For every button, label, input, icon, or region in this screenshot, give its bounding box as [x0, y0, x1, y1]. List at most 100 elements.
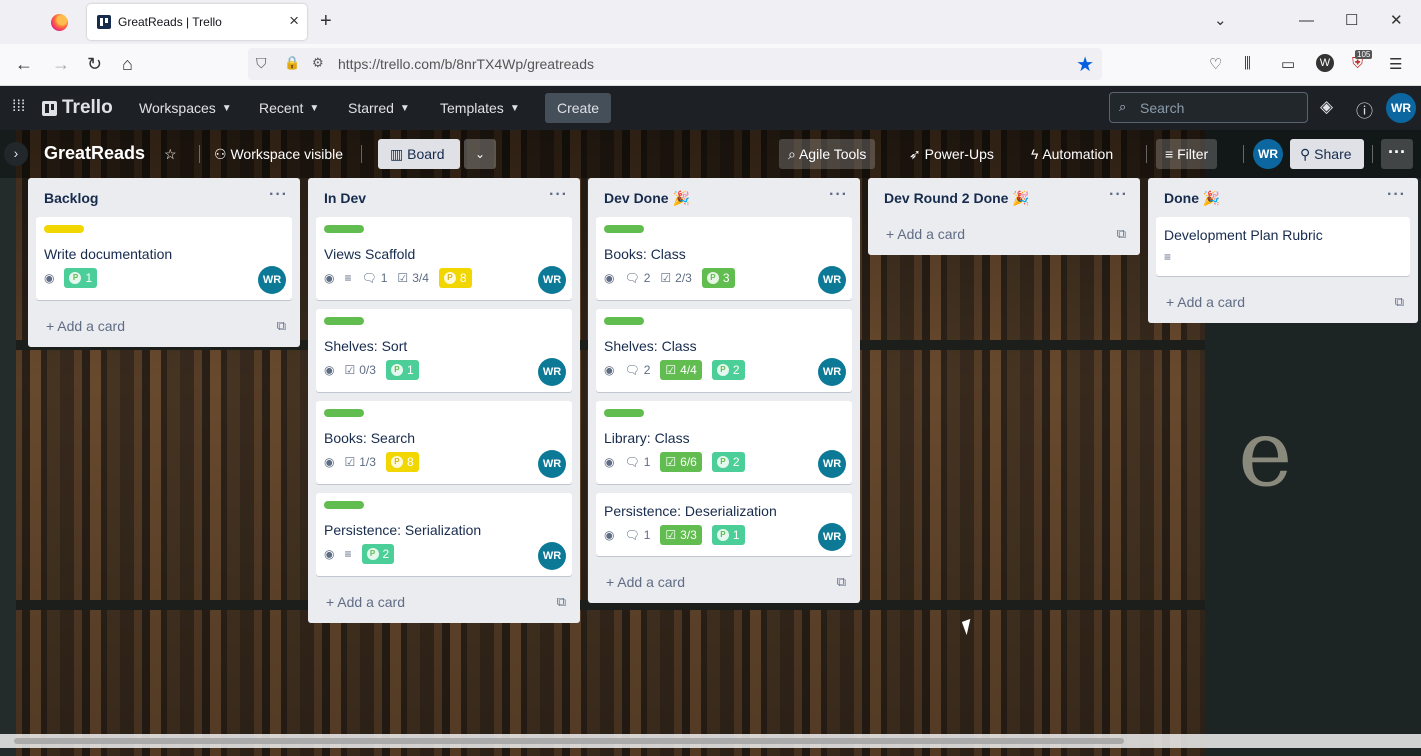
board-view-button[interactable]: ▥ Board — [378, 139, 460, 169]
trello-logo[interactable]: Trello — [42, 97, 113, 119]
card[interactable]: Books: Class ◉ 🗨 2 ☑ 2/3 P3 WR — [596, 217, 852, 300]
minimize-icon[interactable]: — — [1299, 12, 1314, 30]
sidebar-icon[interactable]: ▭ — [1281, 55, 1295, 73]
list-menu-icon[interactable]: ··· — [1387, 186, 1406, 204]
scrollbar-thumb[interactable] — [14, 738, 1124, 744]
list-dev-round-2-done[interactable]: Dev Round 2 Done 🎉 ··· + Add a card ⧉ — [868, 178, 1140, 255]
view-switch-chevron-icon[interactable]: ⌄ — [464, 139, 496, 169]
card[interactable]: Shelves: Class ◉ 🗨 2 ☑ 4/4 P2 WR — [596, 309, 852, 392]
home-icon[interactable]: ⌂ — [122, 54, 133, 74]
filter-button[interactable]: ≡ Filter — [1156, 139, 1218, 169]
w-extension-icon[interactable]: W — [1316, 54, 1334, 72]
list-backlog[interactable]: Backlog ··· Write documentation ◉ P1 WR … — [28, 178, 300, 347]
card[interactable]: Persistence: Deserialization ◉ 🗨 1 ☑ 3/3 P… — [596, 493, 852, 556]
workspaces-menu[interactable]: Workspaces ▼ — [139, 100, 232, 116]
firefox-icon[interactable] — [51, 14, 68, 31]
create-button[interactable]: Create — [545, 93, 612, 123]
card-label[interactable] — [604, 225, 644, 233]
maximize-icon[interactable]: ☐ — [1345, 12, 1358, 30]
list-dev-done[interactable]: Dev Done 🎉 ··· Books: Class ◉ 🗨 2 ☑ 2/3 P3… — [588, 178, 860, 603]
apps-grid-icon[interactable]: ⁞⁞⁞ — [12, 98, 25, 116]
add-card-button[interactable]: + Add a card — [1166, 294, 1245, 310]
card-label[interactable] — [44, 225, 84, 233]
card-member-avatar[interactable]: WR — [538, 450, 566, 478]
card[interactable]: Persistence: Serialization ◉ ≡ P2 WR — [316, 493, 572, 576]
list-title[interactable]: Dev Done 🎉 — [604, 190, 690, 207]
new-tab-icon[interactable]: + — [320, 10, 332, 32]
starred-menu[interactable]: Starred ▼ — [348, 100, 410, 116]
list-menu-icon[interactable]: ··· — [829, 186, 848, 204]
library-icon[interactable]: ⫼ — [1244, 55, 1251, 72]
card-member-avatar[interactable]: WR — [818, 450, 846, 478]
templates-menu[interactable]: Templates ▼ — [440, 100, 520, 116]
card-label[interactable] — [324, 317, 364, 325]
close-tab-icon[interactable]: × — [289, 12, 299, 30]
bookmark-star-icon[interactable]: ★ — [1076, 52, 1094, 77]
star-board-icon[interactable]: ☆ — [155, 139, 186, 169]
card-template-icon[interactable]: ⧉ — [837, 574, 846, 590]
card-template-icon[interactable]: ⧉ — [1117, 226, 1126, 242]
add-card-button[interactable]: + Add a card — [326, 594, 405, 610]
user-avatar[interactable]: WR — [1386, 93, 1416, 123]
add-card-button[interactable]: + Add a card — [46, 318, 125, 334]
card-member-avatar[interactable]: WR — [818, 523, 846, 551]
list-menu-icon[interactable]: ··· — [549, 186, 568, 204]
card[interactable]: Library: Class ◉ 🗨 1 ☑ 6/6 P2 WR — [596, 401, 852, 484]
card-template-icon[interactable]: ⧉ — [1395, 294, 1404, 310]
card[interactable]: Shelves: Sort ◉ ☑ 0/3 P1 WR — [316, 309, 572, 392]
board-member-avatar[interactable]: WR — [1253, 139, 1283, 169]
forward-icon[interactable]: → — [52, 54, 70, 74]
list-done[interactable]: Done 🎉 ··· Development Plan Rubric ≡ + A… — [1148, 178, 1418, 323]
add-card-button[interactable]: + Add a card — [606, 574, 685, 590]
card-label[interactable] — [324, 501, 364, 509]
close-window-icon[interactable]: ✕ — [1390, 12, 1403, 30]
search-input[interactable]: ⌕ Search — [1109, 92, 1308, 123]
card[interactable]: Development Plan Rubric ≡ — [1156, 217, 1410, 276]
back-icon[interactable]: ← — [15, 54, 33, 74]
card-template-icon[interactable]: ⧉ — [557, 594, 566, 610]
card-label[interactable] — [604, 409, 644, 417]
visibility-button[interactable]: ⚇ Workspace visible — [205, 139, 352, 169]
permissions-icon[interactable]: ⚙ — [312, 55, 324, 71]
card-member-avatar[interactable]: WR — [818, 358, 846, 386]
card[interactable]: Write documentation ◉ P1 WR — [36, 217, 292, 300]
board-title[interactable]: GreatReads — [44, 143, 145, 164]
card[interactable]: Views Scaffold ◉ ≡ 🗨 1 ☑ 3/4 P8 WR — [316, 217, 572, 300]
share-button[interactable]: ⚲ Share — [1290, 139, 1364, 169]
url-bar[interactable]: ⛉ 🔒 ⚙ https://trello.com/b/8nrTX4Wp/grea… — [248, 48, 1102, 80]
card-label[interactable] — [604, 317, 644, 325]
help-icon[interactable]: ⓘ — [1356, 97, 1373, 122]
card-member-avatar[interactable]: WR — [538, 358, 566, 386]
card-member-avatar[interactable]: WR — [818, 266, 846, 294]
pocket-icon[interactable]: ♡ — [1209, 55, 1222, 73]
card-template-icon[interactable]: ⧉ — [277, 318, 286, 334]
list-title[interactable]: Dev Round 2 Done 🎉 — [884, 190, 1030, 207]
list-in-dev[interactable]: In Dev ··· Views Scaffold ◉ ≡ 🗨 1 ☑ 3/4 P8… — [308, 178, 580, 623]
list-menu-icon[interactable]: ··· — [269, 186, 288, 204]
board-menu-icon[interactable]: ··· — [1381, 139, 1413, 169]
card[interactable]: Books: Search ◉ ☑ 1/3 P8 WR — [316, 401, 572, 484]
power-ups-button[interactable]: ➶ Power-Ups — [900, 139, 1003, 169]
lock-icon[interactable]: 🔒 — [284, 55, 300, 71]
recent-menu[interactable]: Recent ▼ — [259, 100, 319, 116]
reload-icon[interactable]: ↻ — [87, 54, 102, 74]
card-member-avatar[interactable]: WR — [538, 266, 566, 294]
list-title[interactable]: In Dev — [324, 190, 366, 206]
card-label[interactable] — [324, 409, 364, 417]
tab-list-icon[interactable]: ⌄ — [1214, 12, 1227, 30]
board-scrollbar[interactable] — [0, 734, 1421, 748]
card-label[interactable] — [324, 225, 364, 233]
browser-tab[interactable]: GreatReads | Trello × — [87, 4, 307, 40]
shield-icon[interactable]: ⛉ — [256, 55, 267, 72]
list-title[interactable]: Backlog — [44, 190, 98, 206]
card-member-avatar[interactable]: WR — [538, 542, 566, 570]
automation-button[interactable]: ϟ Automation — [1022, 139, 1122, 169]
card-member-avatar[interactable]: WR — [258, 266, 286, 294]
list-menu-icon[interactable]: ··· — [1109, 186, 1128, 204]
add-card-button[interactable]: + Add a card — [886, 226, 965, 242]
notifications-icon[interactable]: ◈ — [1320, 97, 1333, 117]
list-title[interactable]: Done 🎉 — [1164, 190, 1220, 207]
sidebar-toggle-icon[interactable]: › — [4, 142, 28, 166]
agile-tools-button[interactable]: ⌕ Agile Tools — [779, 139, 876, 169]
menu-icon[interactable]: ☰ — [1389, 55, 1402, 73]
